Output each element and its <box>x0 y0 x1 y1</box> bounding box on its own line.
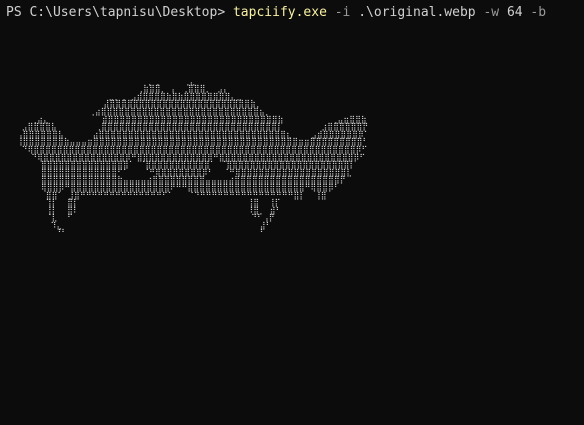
flag-input: -i <box>326 5 359 20</box>
flag-width: -w <box>475 5 507 20</box>
ascii-art-area: ⠀⡀⢀ ⢀⣄ ⢀⣷⣿⣿⡀ ⡄ ⢀⣿⣿⣿⡀⠀⣠⡄ ⣀⡀⢀ ⣠⣾⣿⣿⣿⣿⣷⣿⣷⣿⣿⣿… <box>12 70 524 392</box>
input-file-arg: .\original.webp <box>358 5 476 20</box>
command-line: PS C:\Users\tapnisu\Desktop> tapciify.ex… <box>6 5 546 21</box>
width-value: 64 <box>506 5 523 20</box>
prompt-text: PS C:\Users\tapnisu\Desktop> <box>6 5 233 20</box>
terminal-window[interactable]: PS C:\Users\tapnisu\Desktop> tapciify.ex… <box>0 0 584 425</box>
ascii-art-output: ⠀⡀⢀ ⢀⣄ ⢀⣷⣿⣿⡀ ⡄ ⢀⣿⣿⣿⡀⠀⣠⡄ ⣀⡀⢀ ⣠⣾⣿⣿⣿⣿⣷⣿⣷⣿⣿⣿… <box>16 76 370 238</box>
executable-name: tapciify.exe <box>232 5 327 20</box>
flag-braille: -b <box>522 5 547 20</box>
